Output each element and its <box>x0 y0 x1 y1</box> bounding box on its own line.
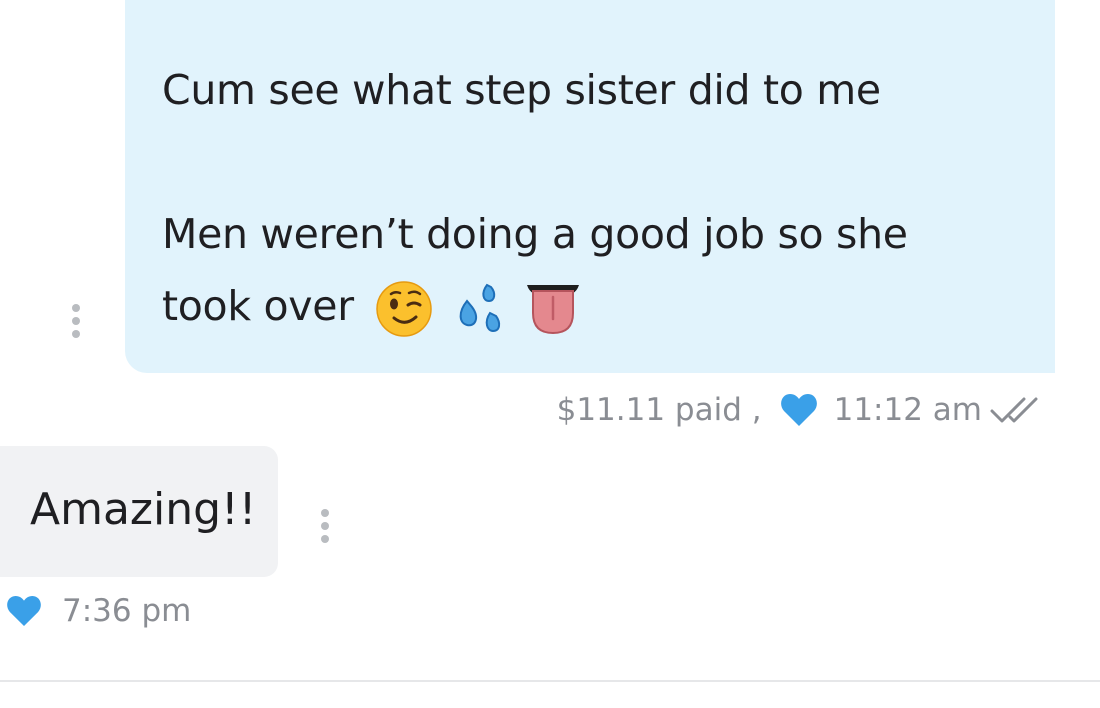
tongue-icon <box>527 285 579 335</box>
received-message-bubble: Amazing!! <box>0 446 278 577</box>
received-message-time: 7:36 pm <box>62 593 192 629</box>
sent-message-options-icon[interactable] <box>69 304 83 343</box>
sweat-droplets-icon <box>459 283 501 333</box>
price-paid-label: $11.11 paid , <box>556 392 762 428</box>
sent-message-line-1: Cum see what step sister did to me <box>162 66 881 114</box>
sent-message-bubble: Cum see what step sister did to me Men w… <box>125 0 1055 373</box>
heart-icon[interactable] <box>780 393 818 427</box>
heart-icon[interactable] <box>6 595 42 627</box>
received-message-options-icon[interactable] <box>318 509 332 548</box>
divider <box>0 680 1100 682</box>
sent-message-meta: $11.11 paid , 11:12 am <box>557 392 1046 428</box>
received-message-meta: 7:36 pm <box>6 592 191 630</box>
double-check-icon <box>990 397 1038 423</box>
sent-message-line-3: took over <box>162 282 354 330</box>
received-message-text: Amazing!! <box>30 484 257 535</box>
sent-message-time: 11:12 am <box>833 392 982 428</box>
winking-face-icon <box>376 281 432 337</box>
sent-message-line-2: Men weren’t doing a good job so she <box>162 210 908 258</box>
